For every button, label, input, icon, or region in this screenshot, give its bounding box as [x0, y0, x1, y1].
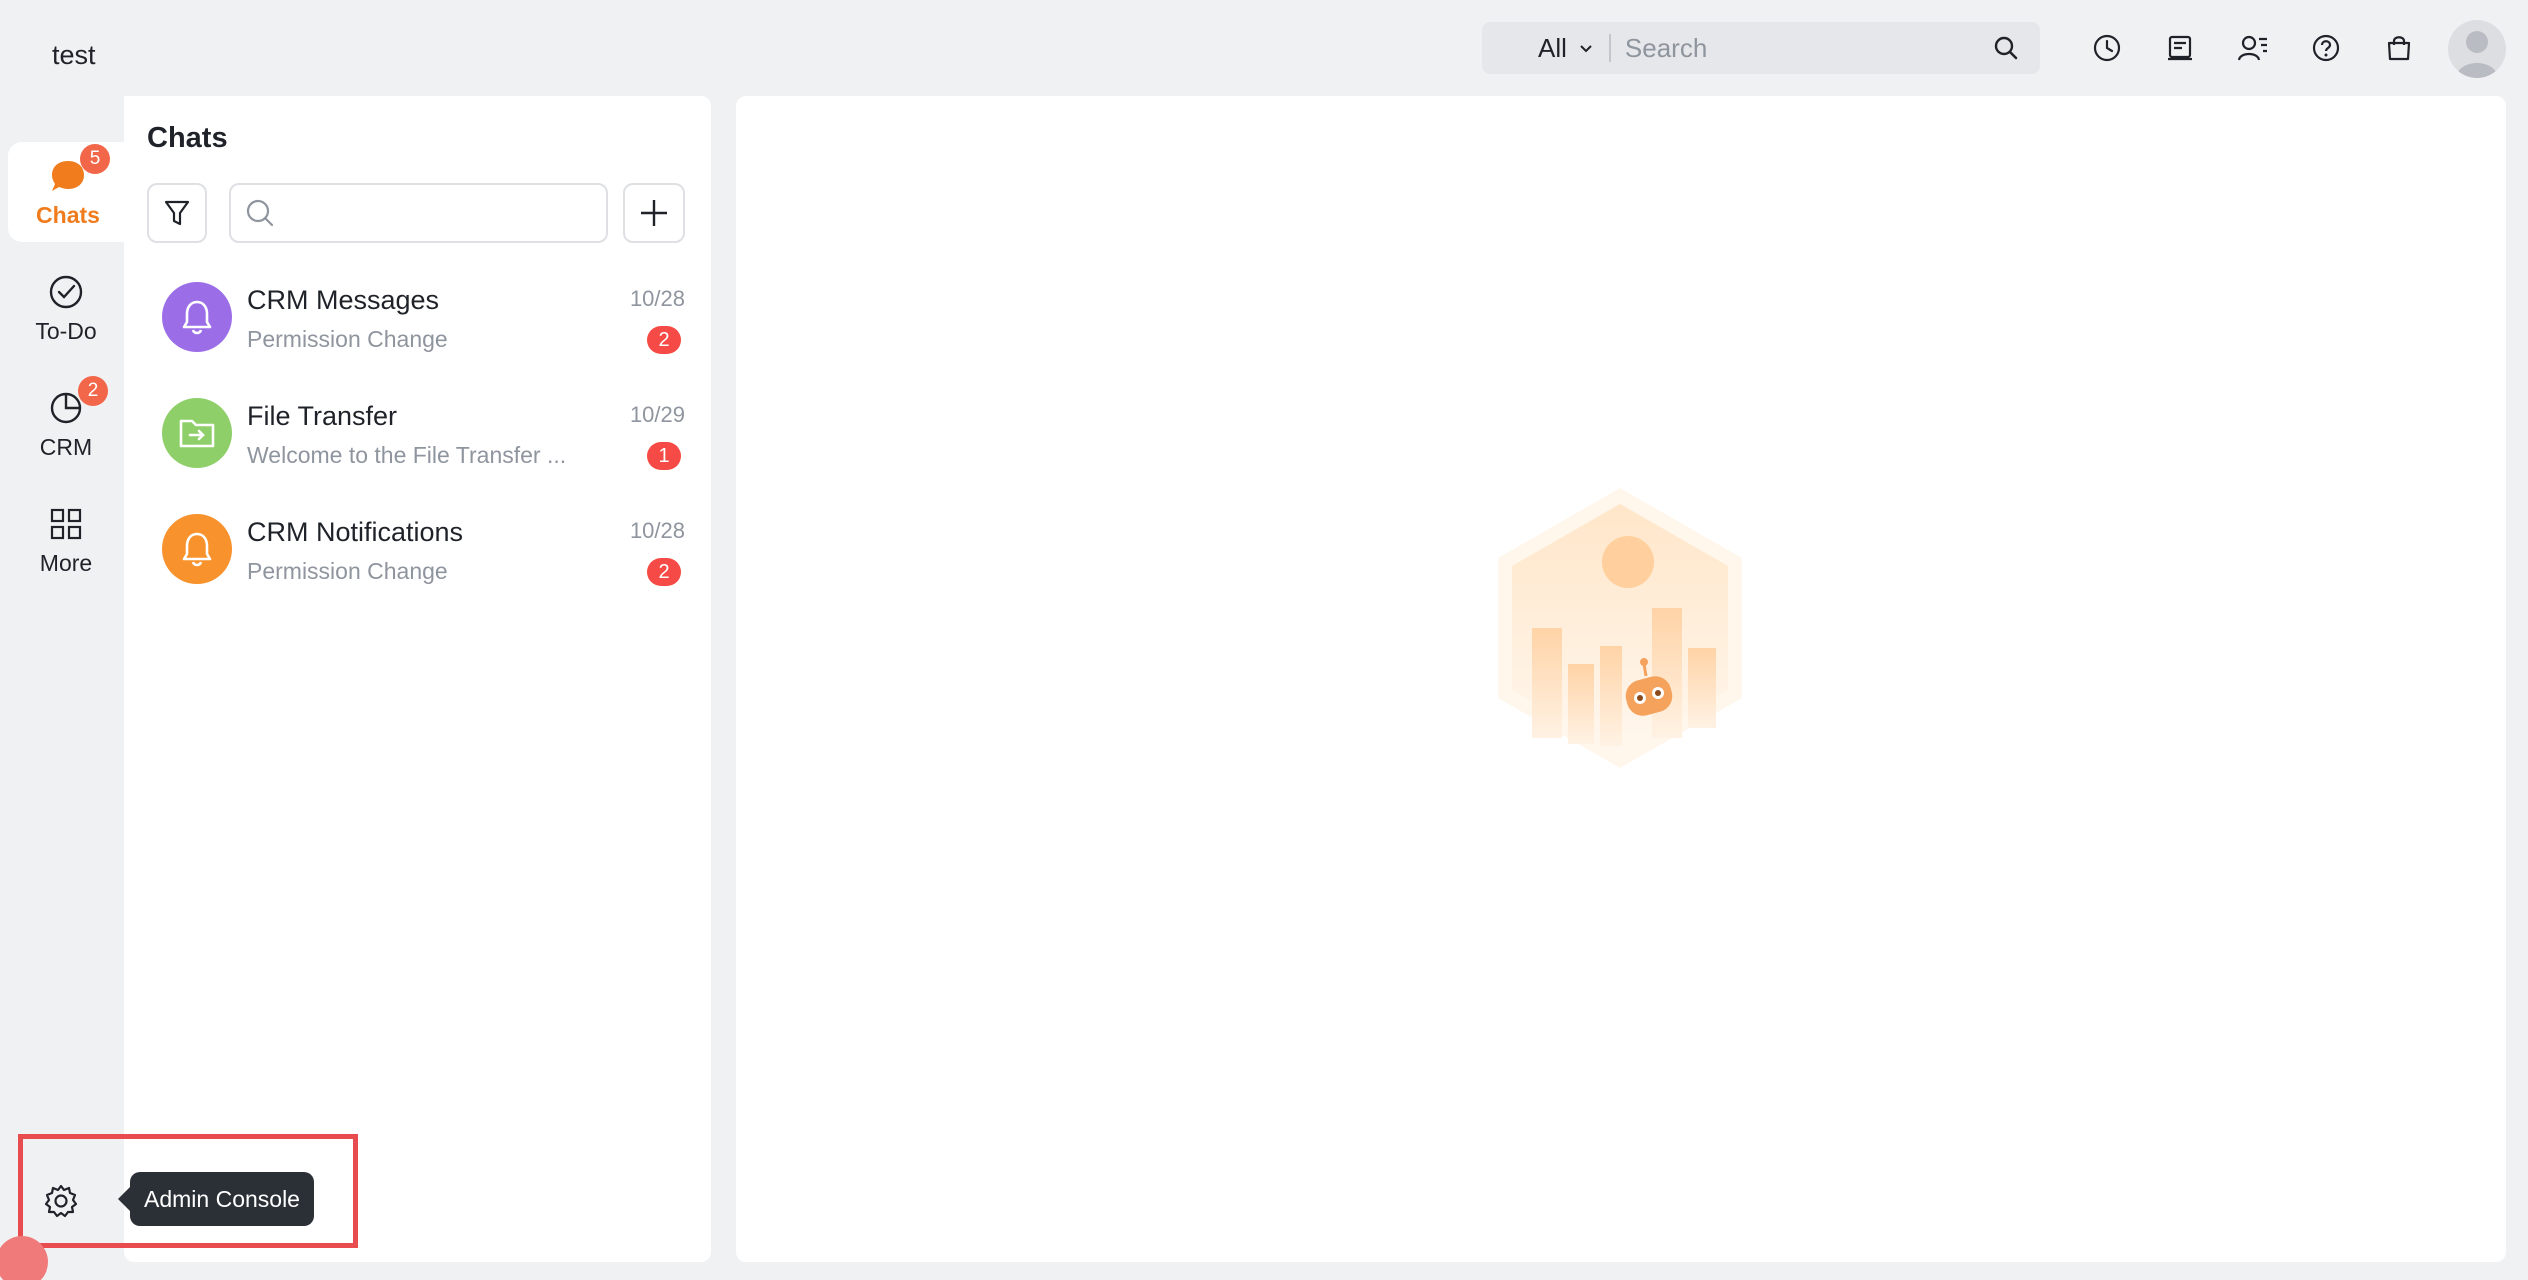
gear-icon[interactable]	[38, 1178, 84, 1224]
chat-date: 10/28	[629, 518, 685, 543]
chat-preview: Permission Change	[247, 326, 448, 352]
chat-preview: Welcome to the File Transfer ...	[247, 442, 567, 468]
unread-badge: 2	[647, 558, 681, 586]
search-icon[interactable]	[1980, 22, 2032, 74]
chat-name: CRM Messages	[247, 285, 440, 315]
chat-search-input[interactable]	[229, 183, 608, 243]
chats-panel: Chats CRM Messages Permission Change 10/…	[124, 96, 711, 1262]
nav-todo-label: To-Do	[35, 317, 97, 344]
main-content-panel	[736, 96, 2506, 1262]
global-search[interactable]: All	[1482, 22, 2040, 74]
unread-badge: 2	[647, 326, 681, 354]
chat-name: CRM Notifications	[247, 517, 464, 547]
contacts-icon[interactable]	[2226, 22, 2279, 74]
unread-badge: 1	[647, 442, 681, 470]
workspace-name[interactable]: test	[52, 40, 96, 71]
chat-name: File Transfer	[247, 401, 398, 431]
store-icon[interactable]	[2372, 22, 2425, 74]
chat-item-file-transfer[interactable]: File Transfer Welcome to the File Transf…	[124, 376, 711, 492]
chat-item-crm-messages[interactable]: CRM Messages Permission Change 10/28 2	[124, 260, 711, 376]
bell-icon	[162, 282, 232, 352]
nav-crm-badge: 2	[78, 375, 108, 406]
nav-chats[interactable]: 5 Chats	[8, 142, 128, 242]
history-icon[interactable]	[2080, 22, 2133, 74]
nav-todo[interactable]: To-Do	[8, 258, 124, 358]
search-scope-dropdown[interactable]: All	[1482, 33, 1595, 64]
chat-bubble-icon: 5	[48, 143, 110, 196]
nav-more[interactable]: More	[8, 490, 124, 590]
grid-icon	[46, 504, 86, 544]
app-window: test All 5	[0, 0, 2528, 1280]
plus-icon	[641, 200, 667, 226]
nav-more-label: More	[39, 549, 93, 576]
nav-crm-label: CRM	[39, 433, 93, 460]
pie-chart-icon: 2	[46, 375, 108, 428]
notes-icon[interactable]	[2153, 22, 2206, 74]
chevron-down-icon	[1580, 45, 1592, 53]
check-circle-icon	[46, 272, 86, 312]
chat-date: 10/28	[629, 286, 685, 311]
empty-state-illustration	[1498, 488, 1742, 768]
filter-button[interactable]	[147, 183, 207, 243]
top-toolbar	[2080, 22, 2425, 74]
filter-icon	[164, 200, 190, 226]
panel-title: Chats	[147, 122, 228, 154]
new-chat-button[interactable]	[623, 183, 685, 243]
chat-item-crm-notifications[interactable]: CRM Notifications Permission Change 10/2…	[124, 492, 711, 608]
nav-chats-label: Chats	[36, 201, 100, 228]
search-scope-label: All	[1538, 32, 1567, 63]
search-icon	[246, 199, 274, 227]
nav-chats-badge: 5	[80, 143, 110, 174]
nav-crm[interactable]: 2 CRM	[8, 374, 124, 474]
search-input[interactable]	[1610, 22, 1980, 74]
bell-icon	[162, 514, 232, 584]
help-icon[interactable]	[2299, 22, 2352, 74]
admin-console-tooltip: Admin Console	[118, 1172, 314, 1226]
chat-date: 10/29	[629, 402, 685, 427]
folder-transfer-icon	[162, 398, 232, 468]
user-avatar[interactable]	[2448, 20, 2506, 78]
chat-preview: Permission Change	[247, 558, 448, 584]
